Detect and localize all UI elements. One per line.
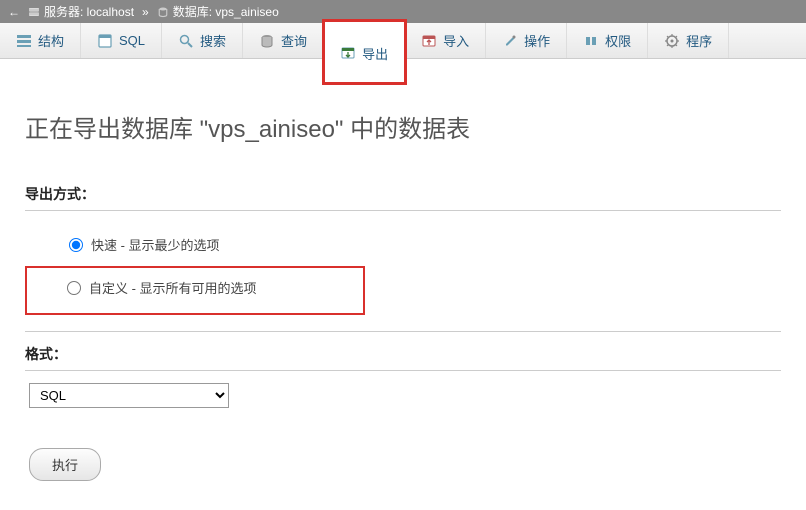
export-icon (340, 45, 356, 61)
search-icon (178, 33, 194, 49)
export-method-heading: 导出方式： (25, 184, 781, 211)
tab-routines[interactable]: 程序 (648, 23, 729, 58)
query-icon (259, 33, 275, 49)
format-heading: 格式： (25, 344, 781, 371)
radio-custom-highlight: 自定义 - 显示所有可用的选项 (25, 266, 365, 315)
operations-icon (502, 33, 518, 49)
tab-label: 查询 (281, 31, 307, 50)
breadcrumb-database[interactable]: 数据库: vps_ainiseo (173, 3, 279, 20)
tab-label: 导出 (362, 44, 388, 63)
breadcrumb-server[interactable]: 服务器: localhost (44, 3, 134, 20)
breadcrumb-separator: » (142, 5, 149, 19)
radio-quick-input[interactable] (69, 238, 83, 252)
breadcrumb: ← 服务器: localhost » 数据库: vps_ainiseo (0, 0, 806, 23)
tabs-bar: 结构 SQL 搜索 查询 导出 导入 操作 (0, 23, 806, 59)
tab-label: 操作 (524, 31, 550, 50)
structure-icon (16, 33, 32, 49)
tab-structure[interactable]: 结构 (0, 23, 81, 58)
tab-export[interactable]: 导出 (324, 21, 405, 83)
submit-button[interactable]: 执行 (29, 448, 101, 481)
database-icon (157, 6, 169, 18)
radio-quick[interactable]: 快速 - 显示最少的选项 (65, 229, 781, 260)
tab-operations[interactable]: 操作 (486, 23, 567, 58)
tab-import[interactable]: 导入 (405, 23, 486, 58)
tab-privileges[interactable]: 权限 (567, 23, 648, 58)
format-select[interactable]: SQL (29, 383, 229, 408)
tab-sql[interactable]: SQL (81, 23, 162, 58)
tab-query[interactable]: 查询 (243, 23, 324, 58)
tab-label: 搜索 (200, 31, 226, 50)
privileges-icon (583, 33, 599, 49)
sql-icon (97, 33, 113, 49)
radio-custom[interactable]: 自定义 - 显示所有可用的选项 (67, 272, 355, 303)
radio-quick-label: 快速 - 显示最少的选项 (91, 235, 220, 254)
main-content: 正在导出数据库 "vps_ainiseo" 中的数据表 导出方式： 快速 - 显… (0, 59, 806, 501)
tab-label: 程序 (686, 31, 712, 50)
back-arrow-icon[interactable]: ← (8, 5, 20, 19)
import-icon (421, 33, 437, 49)
tab-label: 结构 (38, 31, 64, 50)
routines-icon (664, 33, 680, 49)
divider (25, 331, 781, 332)
tab-search[interactable]: 搜索 (162, 23, 243, 58)
export-method-group: 快速 - 显示最少的选项 (25, 223, 781, 266)
page-title: 正在导出数据库 "vps_ainiseo" 中的数据表 (25, 109, 781, 144)
tab-label: SQL (119, 33, 145, 48)
radio-custom-input[interactable] (67, 281, 81, 295)
server-icon (28, 6, 40, 18)
tab-label: 权限 (605, 31, 631, 50)
tab-label: 导入 (443, 31, 469, 50)
radio-custom-label: 自定义 - 显示所有可用的选项 (89, 278, 257, 297)
